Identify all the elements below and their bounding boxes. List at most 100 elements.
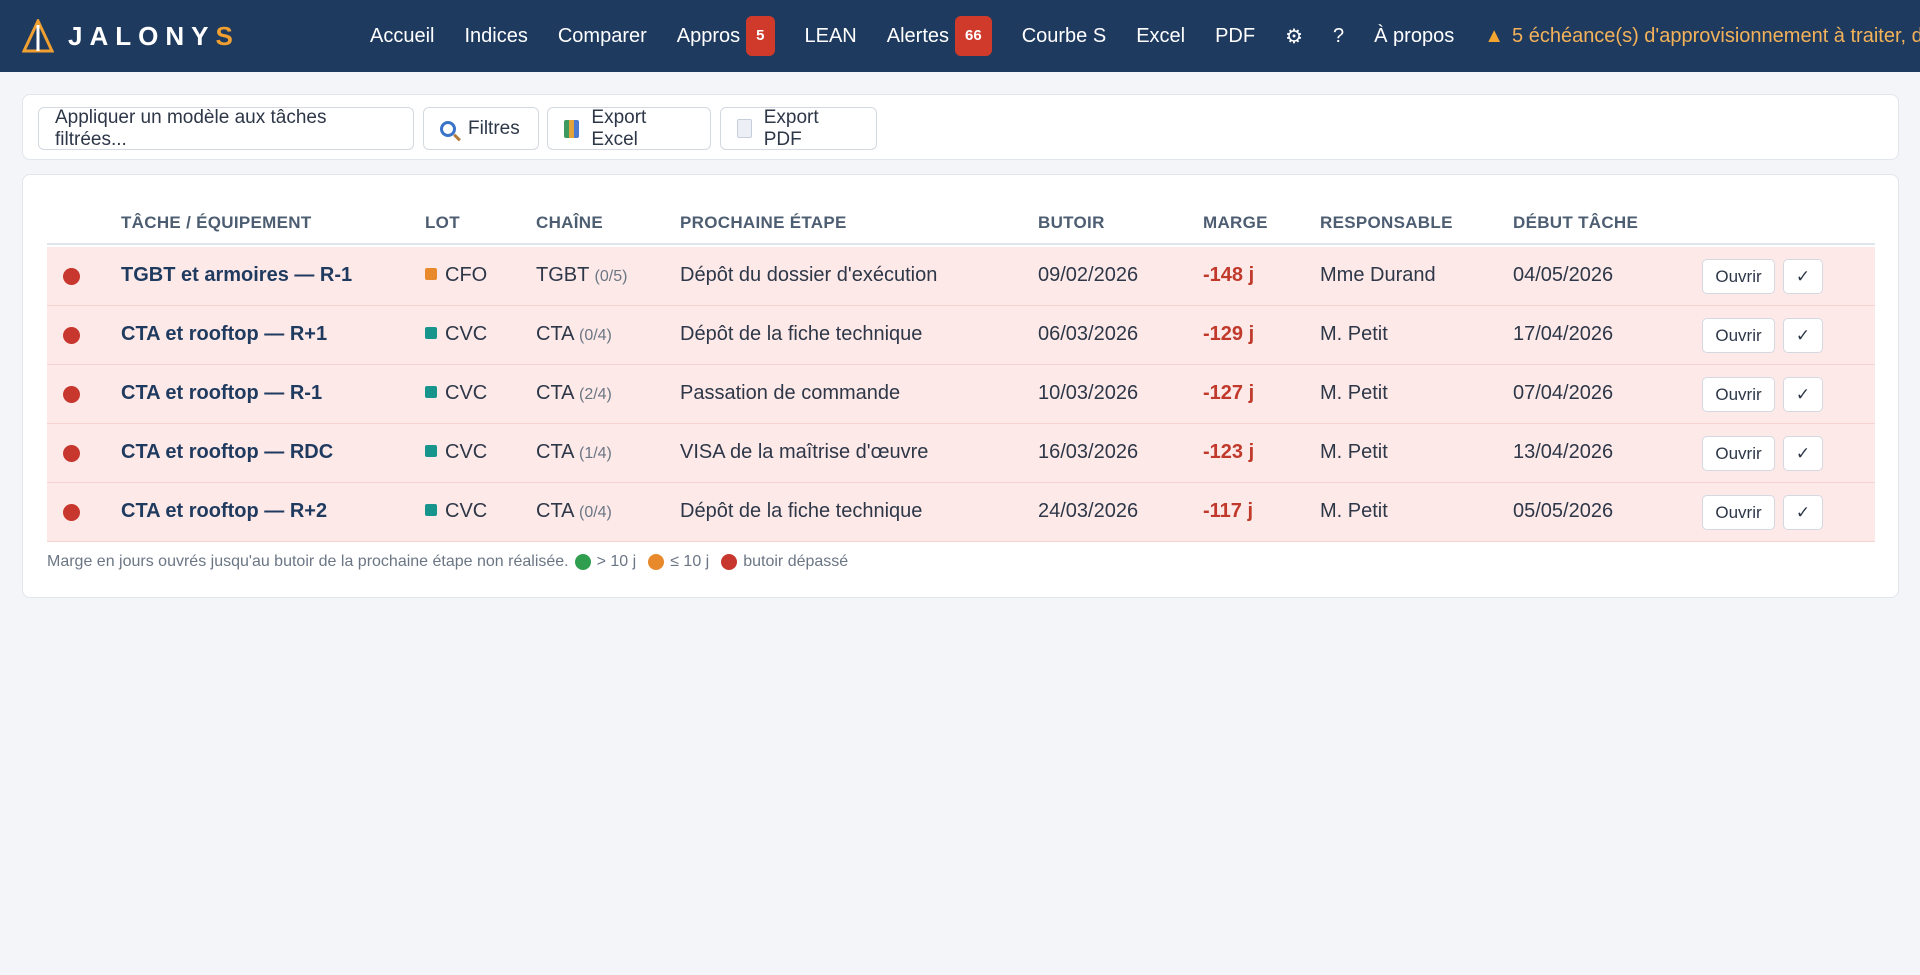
open-button[interactable]: Ouvrir [1702, 318, 1775, 353]
open-button[interactable]: Ouvrir [1702, 495, 1775, 530]
deadline-date: 09/02/2026 [1038, 264, 1139, 286]
chain-progress: (1/4) [578, 445, 612, 462]
mark-done-button[interactable]: ✓ [1783, 377, 1823, 412]
start-date: 04/05/2026 [1513, 264, 1614, 286]
open-button[interactable]: Ouvrir [1702, 259, 1775, 294]
open-button[interactable]: Ouvrir [1702, 436, 1775, 471]
task-name[interactable]: CTA et rooftop — R+1 [121, 323, 327, 346]
export-pdf-button[interactable]: Export PDF [720, 107, 877, 150]
owner-name: M. Petit [1320, 441, 1388, 463]
owner-name: M. Petit [1320, 323, 1388, 345]
nav-item-a-propos[interactable]: À propos [1374, 25, 1454, 48]
chain-cell: CTA (1/4) [536, 441, 612, 464]
nav-item-indices[interactable]: Indices [464, 25, 527, 48]
table-row[interactable]: TGBT et armoires — R-1 CFO TGBT (0/5) Dépôt… [47, 247, 1875, 306]
owner-name: M. Petit [1320, 382, 1388, 404]
brand-name-prefix: JALONY [68, 20, 216, 51]
status-dot [63, 327, 80, 344]
brand-logo[interactable]: JALONYS [22, 18, 240, 54]
nav-item-label: LEAN [804, 24, 857, 47]
table-row[interactable]: CTA et rooftop — R+1 CVC CTA (0/4) Dépôt de… [47, 306, 1875, 365]
check-icon: ✓ [1795, 384, 1811, 404]
table-row[interactable]: CTA et rooftop — R+2 CVC CTA (0/4) Dépôt de… [47, 483, 1875, 542]
table-row[interactable]: CTA et rooftop — RDC CVC CTA (1/4) VISA de … [47, 424, 1875, 483]
start-date: 13/04/2026 [1513, 441, 1614, 463]
lot-label: CVC [445, 382, 488, 404]
column-header-next-step: PROCHAINE ÉTAPE [680, 213, 847, 232]
nav-item-alertes[interactable]: Alertes 66 [887, 16, 992, 56]
brand-name-accent: S [215, 20, 240, 51]
legend-text: Marge en jours ouvrés jusqu'au butoir de… [47, 553, 569, 570]
legend-orange-dot [648, 554, 665, 570]
filters-button[interactable]: Filtres [423, 107, 539, 150]
legend-red-label: butoir dépassé [743, 553, 849, 570]
top-navbar: JALONYS Accueil Indices Comparer Appros 5 LEA… [0, 0, 1920, 72]
deadline-date: 10/03/2026 [1038, 382, 1139, 404]
mark-done-button[interactable]: ✓ [1783, 259, 1823, 294]
task-name[interactable]: CTA et rooftop — RDC [121, 441, 333, 464]
export-pdf-label: Export PDF [763, 106, 819, 150]
lot-label: CVC [445, 441, 488, 463]
open-button-label: Ouvrir [1715, 502, 1762, 522]
task-name[interactable]: TGBT et armoires — R-1 [121, 264, 352, 287]
apply-template-select[interactable]: Appliquer un modèle aux tâches filtrées.… [38, 107, 414, 150]
chain-cell: CTA (0/4) [536, 323, 612, 346]
mark-done-button[interactable]: ✓ [1783, 318, 1823, 353]
lot-label: CVC [445, 500, 488, 522]
nav-item-label: Alertes [886, 24, 949, 47]
mark-done-button[interactable]: ✓ [1783, 495, 1823, 530]
chain-progress: (0/5) [594, 268, 628, 285]
warning-icon: ▲ [1484, 24, 1505, 47]
mark-done-button[interactable]: ✓ [1783, 436, 1823, 471]
nav-item-comparer[interactable]: Comparer [558, 25, 647, 48]
chain-progress: (0/4) [578, 327, 612, 344]
table-header: TÂCHE / ÉQUIPEMENT LOT CHAÎNE PROCHAINE … [47, 205, 1875, 245]
nav-item-courbe-s[interactable]: Courbe S [1022, 25, 1107, 48]
export-excel-label: Export Excel [591, 106, 647, 150]
task-name[interactable]: CTA et rooftop — R-1 [121, 382, 322, 405]
chain-label: CTA [536, 500, 574, 522]
owner-name: Mme Durand [1320, 264, 1436, 286]
next-step: Dépôt de la fiche technique [680, 500, 923, 522]
nav-item-pdf[interactable]: PDF [1215, 25, 1255, 48]
nav-item-help[interactable]: ? [1333, 25, 1344, 48]
open-button-label: Ouvrir [1715, 384, 1762, 404]
check-icon: ✓ [1795, 266, 1811, 286]
lot-color-swatch [425, 504, 437, 516]
nav-item-settings[interactable]: ⚙ [1285, 24, 1303, 49]
nav-item-label: PDF [1215, 24, 1256, 47]
next-step: Dépôt de la fiche technique [680, 323, 923, 345]
check-icon: ✓ [1795, 325, 1811, 345]
nav-item-lean[interactable]: LEAN [805, 25, 857, 48]
chain-cell: TGBT (0/5) [536, 264, 627, 287]
nav-item-accueil[interactable]: Accueil [370, 25, 434, 48]
brand-name: JALONYS [68, 21, 240, 52]
nav-item-excel[interactable]: Excel [1136, 25, 1185, 48]
chain-progress: (0/4) [578, 504, 612, 521]
task-name[interactable]: CTA et rooftop — R+2 [121, 500, 327, 523]
chain-progress: (2/4) [578, 386, 612, 403]
next-step: Passation de commande [680, 382, 901, 404]
nav-item-label: Excel [1136, 24, 1186, 47]
lot-color-swatch [425, 268, 437, 280]
export-excel-button[interactable]: Export Excel [547, 107, 711, 150]
status-dot [63, 386, 80, 403]
open-button-label: Ouvrir [1715, 266, 1762, 286]
open-button[interactable]: Ouvrir [1702, 377, 1775, 412]
start-date: 07/04/2026 [1513, 382, 1614, 404]
filters-label: Filtres [468, 117, 520, 139]
legend-green-label: > 10 j [596, 553, 637, 570]
lot-color-swatch [425, 327, 437, 339]
nav-item-appros[interactable]: Appros 5 [677, 16, 775, 56]
status-dot [63, 504, 80, 521]
lot-cell: CVC [425, 441, 487, 464]
nav-item-label: Comparer [557, 24, 647, 47]
supply-warning-banner[interactable]: ▲ 5 échéance(s) d'approvisionnement à tra… [1484, 25, 1920, 48]
chain-label: CTA [536, 441, 574, 463]
gear-icon: ⚙ [1285, 25, 1304, 48]
nav-item-label: Indices [464, 24, 528, 47]
table-row[interactable]: CTA et rooftop — R-1 CVC CTA (2/4) Passatio… [47, 365, 1875, 424]
column-header-start: DÉBUT TÂCHE [1513, 213, 1639, 232]
chain-label: CTA [536, 382, 574, 404]
margin-days: -117 j [1203, 500, 1254, 522]
